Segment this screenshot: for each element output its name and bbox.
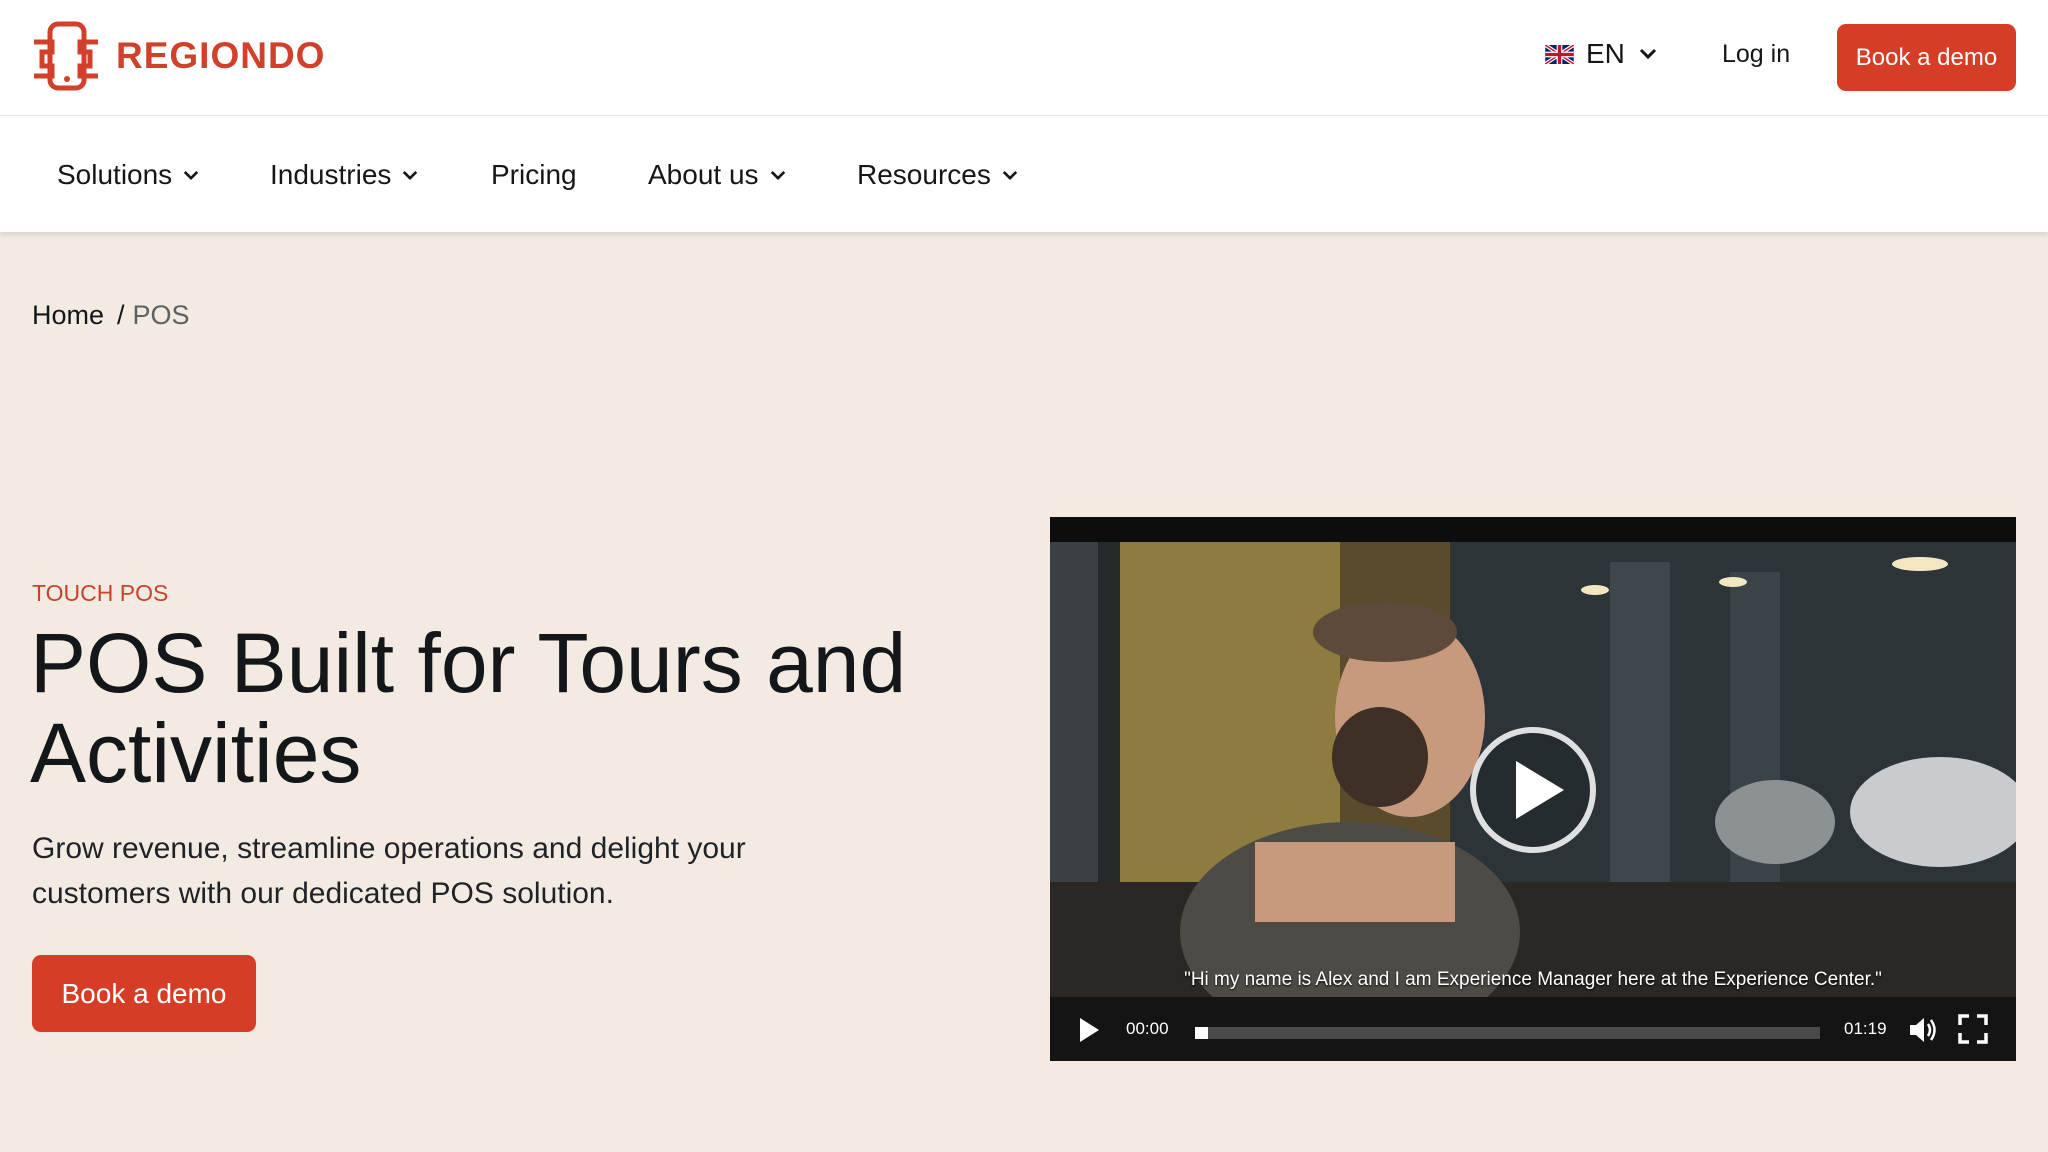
breadcrumb-current: POS xyxy=(132,300,190,330)
main-nav: Solutions Industries Pricing About us Re… xyxy=(0,116,2048,232)
uk-flag-icon xyxy=(1545,44,1574,64)
nav-item-label: Solutions xyxy=(57,159,173,190)
nav-item-industries[interactable]: Industries xyxy=(270,159,418,191)
nav-item-label: About us xyxy=(648,159,759,190)
nav-item-solutions[interactable]: Solutions xyxy=(57,159,199,191)
breadcrumb-home-link[interactable]: Home xyxy=(32,300,104,331)
top-header: REGIONDO EN Log in Book a demo xyxy=(0,0,2048,116)
chevron-down-icon xyxy=(403,170,418,180)
language-label: EN xyxy=(1586,38,1625,69)
logo-text: REGIONDO xyxy=(116,35,326,76)
video-progress-bar[interactable] xyxy=(1195,1027,1820,1039)
language-selector[interactable]: EN xyxy=(1545,38,1657,70)
regiondo-logo-icon xyxy=(34,21,98,91)
hero-eyebrow: TOUCH POS xyxy=(32,580,169,606)
nav-item-label: Industries xyxy=(270,159,392,190)
book-demo-button-header[interactable]: Book a demo xyxy=(1837,24,2016,91)
chevron-down-icon xyxy=(770,170,785,180)
video-current-time: 00:00 xyxy=(1126,1019,1169,1038)
logo[interactable]: REGIONDO xyxy=(30,20,325,92)
video-player[interactable]: "Hi my name is Alex and I am Experience … xyxy=(1050,517,2016,1061)
book-demo-button-hero[interactable]: Book a demo xyxy=(32,955,256,1032)
video-duration: 01:19 xyxy=(1844,1019,1887,1038)
video-progress-fill xyxy=(1195,1027,1208,1039)
chevron-down-icon xyxy=(184,170,199,180)
nav-item-resources[interactable]: Resources xyxy=(857,159,1018,191)
chevron-down-icon xyxy=(1639,48,1656,60)
video-caption: "Hi my name is Alex and I am Experience … xyxy=(1184,969,1882,990)
hero-subtitle: Grow revenue, streamline operations and … xyxy=(32,832,746,910)
play-icon[interactable] xyxy=(1078,1017,1100,1043)
breadcrumb-separator: / xyxy=(117,300,125,330)
breadcrumb: Home / POS xyxy=(32,300,190,331)
play-icon[interactable] xyxy=(1468,725,1598,855)
chevron-down-icon xyxy=(1002,170,1018,180)
video-controls: 00:00 01:19 xyxy=(1050,997,2016,1061)
volume-icon[interactable] xyxy=(1908,1016,1938,1044)
nav-item-about-us[interactable]: About us xyxy=(648,159,786,191)
nav-item-label: Pricing xyxy=(491,159,577,190)
nav-item-label: Resources xyxy=(857,159,991,190)
nav-item-pricing[interactable]: Pricing xyxy=(491,159,577,191)
fullscreen-icon[interactable] xyxy=(1958,1014,1988,1044)
login-link[interactable]: Log in xyxy=(1722,40,1790,69)
page-title: POS Built for Tours and Activities xyxy=(30,616,907,800)
